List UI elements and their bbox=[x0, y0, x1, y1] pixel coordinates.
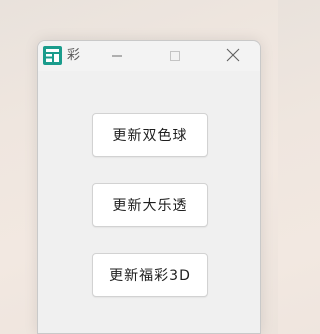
update-fc3d-button[interactable]: 更新福彩3D bbox=[92, 253, 208, 297]
close-icon bbox=[226, 47, 240, 66]
update-ssq-button[interactable]: 更新双色球 bbox=[92, 113, 208, 157]
app-window: 彩 更新双色球 更新大乐透 更新福彩3D bbox=[37, 40, 261, 334]
maximize-button[interactable] bbox=[152, 41, 198, 71]
window-client-area: 更新双色球 更新大乐透 更新福彩3D bbox=[38, 71, 260, 333]
close-button[interactable] bbox=[210, 41, 256, 71]
minimize-icon bbox=[111, 47, 123, 66]
update-dlt-button[interactable]: 更新大乐透 bbox=[92, 183, 208, 227]
window-title: 彩 bbox=[67, 48, 81, 63]
title-bar[interactable]: 彩 bbox=[38, 41, 260, 71]
minimize-button[interactable] bbox=[94, 41, 140, 71]
maximize-icon bbox=[169, 47, 181, 66]
lottery-app-icon bbox=[43, 46, 62, 65]
